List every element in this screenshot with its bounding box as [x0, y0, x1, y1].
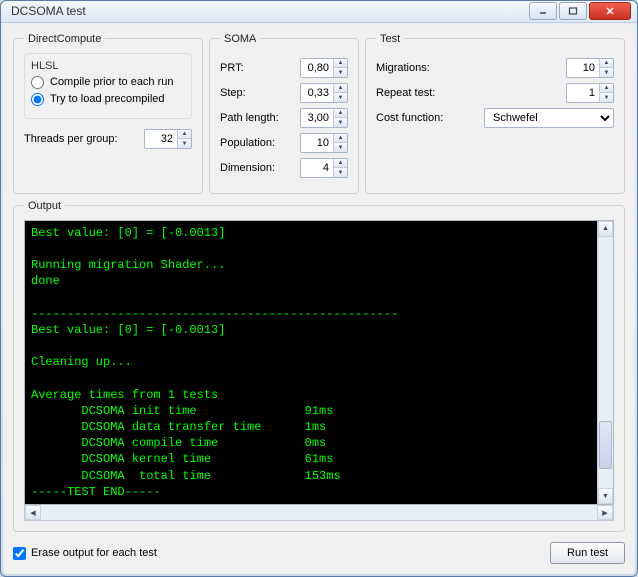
run-test-button[interactable]: Run test — [550, 542, 625, 564]
prt-up[interactable]: ▲ — [334, 59, 347, 69]
step-label: Step: — [220, 87, 300, 99]
threads-spin-buttons: ▲ ▼ — [177, 130, 191, 148]
step-input[interactable] — [301, 84, 333, 102]
app-window: DCSOMA test DirectCompute HLSL Compile — [0, 0, 638, 577]
migrations-up[interactable]: ▲ — [600, 59, 613, 69]
directcompute-group: DirectCompute HLSL Compile prior to each… — [13, 33, 203, 194]
prt-spinner[interactable]: ▲▼ — [300, 58, 348, 78]
dim-down[interactable]: ▼ — [334, 168, 347, 177]
step-up[interactable]: ▲ — [334, 84, 347, 94]
pop-label: Population: — [220, 137, 300, 149]
path-spinner[interactable]: ▲▼ — [300, 108, 348, 128]
close-icon — [605, 7, 615, 15]
dim-input[interactable] — [301, 159, 333, 177]
erase-checkbox-row[interactable]: Erase output for each test — [13, 547, 540, 560]
radio-load-precompiled-label: Try to load precompiled — [50, 93, 165, 105]
test-legend: Test — [376, 33, 404, 45]
path-up[interactable]: ▲ — [334, 109, 347, 119]
threads-spin-down[interactable]: ▼ — [178, 139, 191, 148]
migrations-input[interactable] — [567, 59, 599, 77]
cost-label: Cost function: — [376, 112, 484, 124]
step-spinner[interactable]: ▲▼ — [300, 83, 348, 103]
threads-spin-up[interactable]: ▲ — [178, 130, 191, 140]
pop-up[interactable]: ▲ — [334, 134, 347, 144]
repeat-up[interactable]: ▲ — [600, 84, 613, 94]
dim-spinner[interactable]: ▲▼ — [300, 158, 348, 178]
prt-label: PRT: — [220, 62, 300, 74]
erase-label: Erase output for each test — [31, 547, 157, 559]
repeat-spinner[interactable]: ▲▼ — [566, 83, 614, 103]
erase-checkbox[interactable] — [13, 547, 26, 560]
path-label: Path length: — [220, 112, 300, 124]
pop-down[interactable]: ▼ — [334, 143, 347, 152]
hlsl-group: HLSL Compile prior to each run Try to lo… — [24, 53, 192, 119]
scroll-down-icon[interactable]: ▼ — [598, 488, 613, 504]
output-legend: Output — [24, 200, 65, 212]
window-title: DCSOMA test — [7, 4, 529, 18]
prt-down[interactable]: ▼ — [334, 68, 347, 77]
path-down[interactable]: ▼ — [334, 118, 347, 127]
horizontal-scrollbar[interactable]: ◀ ▶ — [24, 505, 614, 521]
minimize-button[interactable] — [529, 2, 557, 20]
vertical-scrollbar[interactable]: ▲ ▼ — [597, 221, 613, 504]
titlebar: DCSOMA test — [1, 1, 637, 23]
settings-row: DirectCompute HLSL Compile prior to each… — [13, 33, 625, 194]
repeat-input[interactable] — [567, 84, 599, 102]
threads-input[interactable] — [145, 130, 177, 148]
directcompute-legend: DirectCompute — [24, 33, 105, 45]
maximize-icon — [568, 7, 578, 15]
soma-legend: SOMA — [220, 33, 260, 45]
radio-compile-each-input[interactable] — [31, 76, 44, 89]
prt-input[interactable] — [301, 59, 333, 77]
threads-row: Threads per group: ▲ ▼ — [24, 129, 192, 149]
migrations-spinner[interactable]: ▲▼ — [566, 58, 614, 78]
cost-select[interactable]: Schwefel — [484, 108, 614, 128]
repeat-label: Repeat test: — [376, 87, 566, 99]
scroll-left-icon[interactable]: ◀ — [25, 505, 41, 520]
scroll-up-icon[interactable]: ▲ — [598, 221, 613, 237]
threads-label: Threads per group: — [24, 133, 144, 145]
minimize-icon — [538, 7, 548, 15]
dim-label: Dimension: — [220, 162, 300, 174]
pop-spinner[interactable]: ▲▼ — [300, 133, 348, 153]
bottom-row: Erase output for each test Run test — [13, 542, 625, 564]
maximize-button[interactable] — [559, 2, 587, 20]
radio-compile-each[interactable]: Compile prior to each run — [31, 76, 185, 89]
scroll-right-icon[interactable]: ▶ — [597, 505, 613, 520]
radio-compile-each-label: Compile prior to each run — [50, 76, 174, 88]
migrations-label: Migrations: — [376, 62, 566, 74]
radio-load-precompiled[interactable]: Try to load precompiled — [31, 93, 185, 106]
console-wrap: Best value: [0] = [-0.0013] Running migr… — [24, 220, 614, 505]
step-down[interactable]: ▼ — [334, 93, 347, 102]
hscroll-track[interactable] — [41, 505, 597, 520]
repeat-down[interactable]: ▼ — [600, 93, 613, 102]
output-group: Output Best value: [0] = [-0.0013] Runni… — [13, 200, 625, 532]
content-area: DirectCompute HLSL Compile prior to each… — [3, 25, 635, 574]
console-output[interactable]: Best value: [0] = [-0.0013] Running migr… — [25, 221, 597, 504]
threads-spinner[interactable]: ▲ ▼ — [144, 129, 192, 149]
test-group: Test Migrations: ▲▼ Repeat test: ▲▼ Cost… — [365, 33, 625, 194]
migrations-down[interactable]: ▼ — [600, 68, 613, 77]
dim-up[interactable]: ▲ — [334, 159, 347, 169]
window-buttons — [529, 2, 631, 20]
path-input[interactable] — [301, 109, 333, 127]
pop-input[interactable] — [301, 134, 333, 152]
scroll-thumb[interactable] — [599, 421, 612, 469]
soma-group: SOMA PRT: ▲▼ Step: ▲▼ Path length: ▲▼ Po… — [209, 33, 359, 194]
radio-load-precompiled-input[interactable] — [31, 93, 44, 106]
close-button[interactable] — [589, 2, 631, 20]
hlsl-legend: HLSL — [31, 60, 185, 72]
